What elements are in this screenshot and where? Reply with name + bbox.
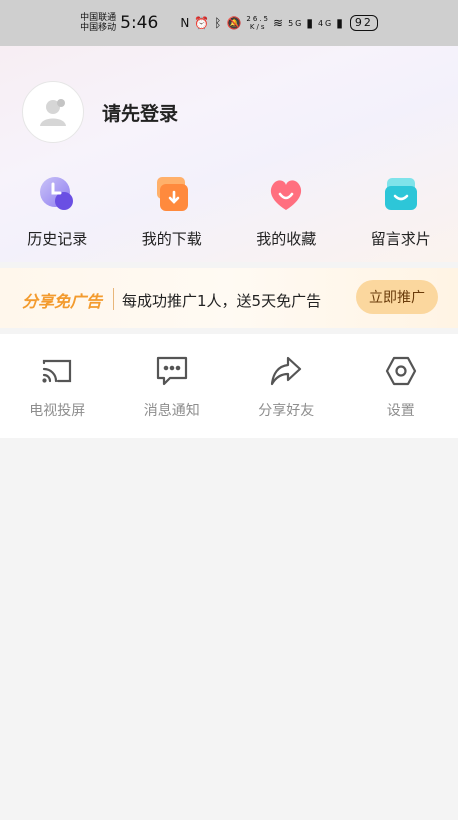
quick-action-label: 历史记录 bbox=[27, 230, 88, 248]
download-icon bbox=[152, 174, 192, 214]
quick-action-label: 留言求片 bbox=[370, 230, 431, 248]
tool-settings[interactable]: 设置 bbox=[344, 334, 458, 438]
nfc-icon: N bbox=[180, 16, 192, 30]
tool-label: 电视投屏 bbox=[29, 403, 86, 419]
chat-icon bbox=[155, 354, 189, 388]
tool-label: 分享好友 bbox=[258, 403, 315, 419]
tool-label: 设置 bbox=[386, 403, 415, 419]
wifi-icon: ≋ bbox=[273, 16, 286, 30]
carrier-1: 中国联通 bbox=[80, 13, 117, 23]
user-avatar-icon bbox=[40, 99, 66, 126]
quick-action-download[interactable]: 我的下载 bbox=[115, 174, 230, 249]
quick-action-request[interactable]: 留言求片 bbox=[344, 174, 458, 249]
mute-icon: 🔕 bbox=[226, 16, 244, 30]
settings-icon bbox=[384, 354, 418, 388]
promo-banner: 分享免广告 每成功推广1人，送5天免广告 立即推广 bbox=[0, 268, 458, 328]
tool-share[interactable]: 分享好友 bbox=[229, 334, 344, 438]
heart-icon bbox=[266, 174, 306, 214]
promo-description: 每成功推广1人，送5天免广告 bbox=[122, 292, 322, 310]
speed-value: 26.5 bbox=[246, 15, 270, 23]
tool-messages[interactable]: 消息通知 bbox=[115, 334, 230, 438]
network-speed: 26.5 K/s bbox=[246, 15, 270, 31]
tool-cast[interactable]: 电视投屏 bbox=[0, 334, 115, 438]
promote-now-button[interactable]: 立即推广 bbox=[356, 280, 438, 314]
clock: 5:46 bbox=[120, 13, 159, 33]
login-prompt[interactable]: 请先登录 bbox=[102, 99, 178, 126]
battery-indicator: 92 bbox=[349, 15, 378, 31]
tool-label: 消息通知 bbox=[143, 403, 200, 419]
cast-icon bbox=[40, 354, 74, 388]
signal-2-icon: ▮ bbox=[336, 16, 345, 30]
quick-action-label: 我的下载 bbox=[141, 230, 202, 248]
tools-grid: 电视投屏 消息通知 分享好友 设置 bbox=[0, 334, 458, 438]
status-icons: N ⏰ ᛒ 🔕 26.5 K/s ≋ 5G ▮ 4G ▮ 92 bbox=[180, 15, 378, 31]
promo-title: 分享免广告 bbox=[22, 292, 103, 311]
quick-action-history[interactable]: 历史记录 bbox=[0, 174, 115, 249]
quick-action-favorites[interactable]: 我的收藏 bbox=[229, 174, 344, 249]
bluetooth-icon: ᛒ bbox=[214, 16, 224, 30]
speed-unit: K/s bbox=[249, 23, 267, 31]
history-icon bbox=[37, 174, 77, 214]
signal-1-icon: ▮ bbox=[306, 16, 315, 30]
signal-1-label: 5G bbox=[288, 18, 304, 28]
carrier-info: 中国联通 中国移动 bbox=[80, 13, 116, 33]
quick-action-label: 我的收藏 bbox=[256, 230, 317, 248]
signal-2-label: 4G bbox=[317, 18, 334, 28]
share-icon bbox=[269, 354, 303, 388]
message-box-icon bbox=[381, 174, 421, 214]
promo-divider bbox=[113, 288, 114, 310]
carrier-2: 中国移动 bbox=[80, 23, 117, 33]
avatar[interactable] bbox=[22, 81, 84, 143]
profile-section: 请先登录 历史记录 我的下载 我的收藏 留言求片 bbox=[0, 46, 458, 262]
quick-actions: 历史记录 我的下载 我的收藏 留言求片 bbox=[0, 174, 458, 249]
status-bar: 中国联通 中国移动 5:46 N ⏰ ᛒ 🔕 26.5 K/s ≋ 5G ▮ 4… bbox=[0, 0, 458, 46]
alarm-icon: ⏰ bbox=[194, 16, 212, 30]
